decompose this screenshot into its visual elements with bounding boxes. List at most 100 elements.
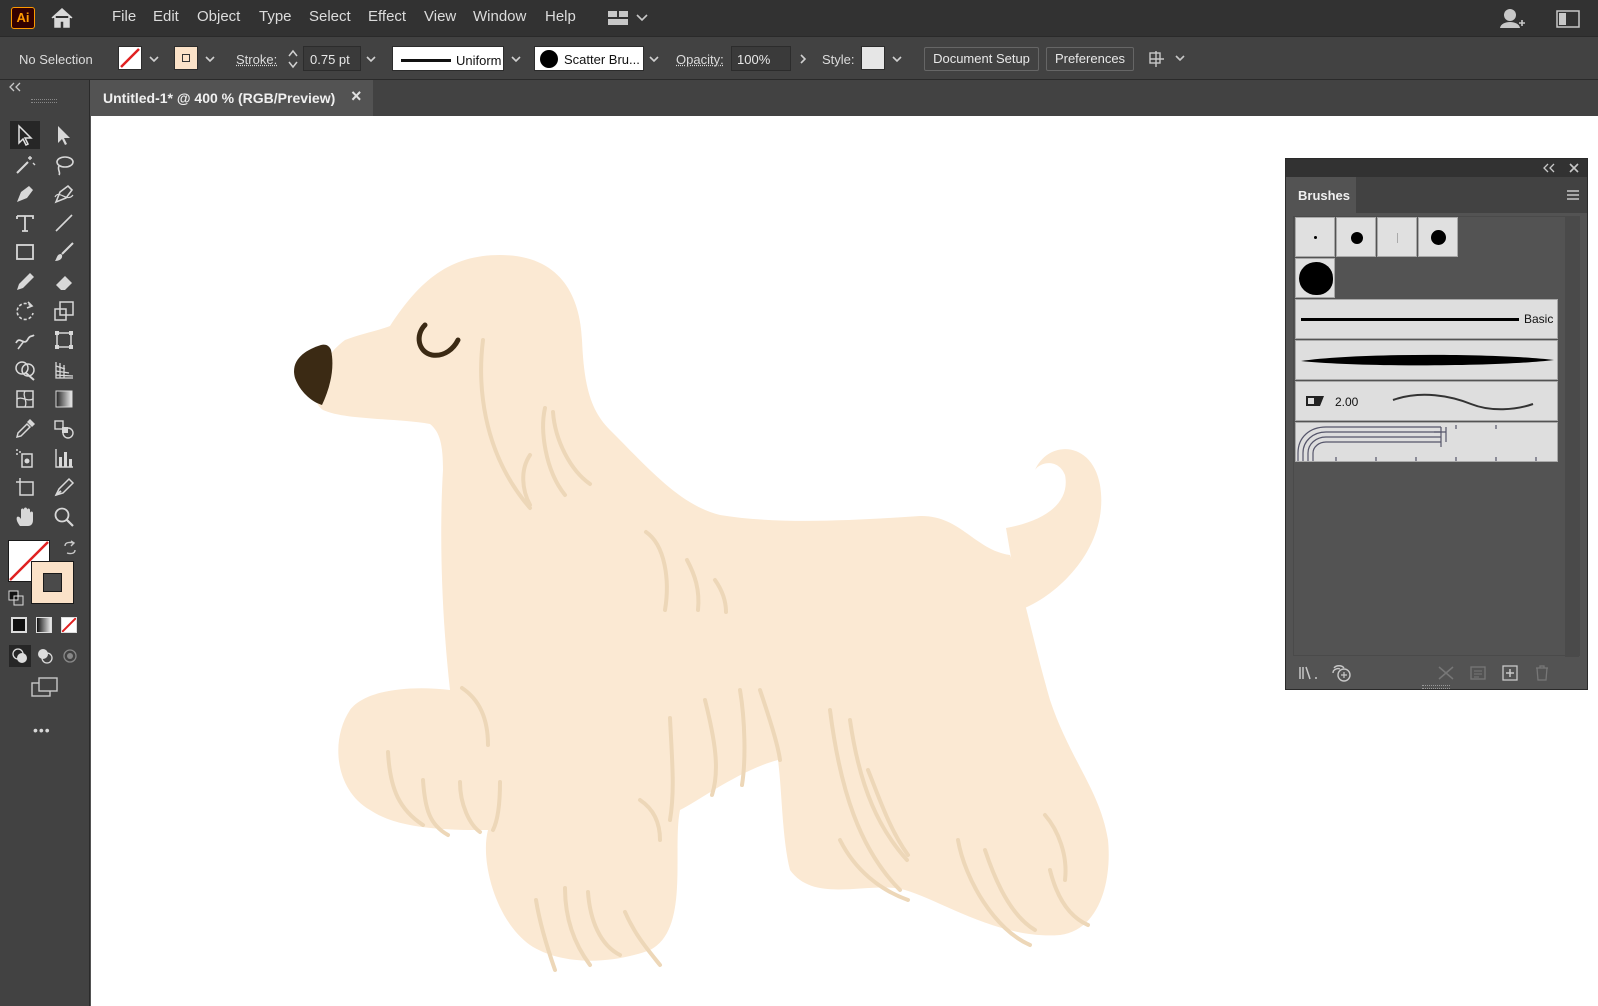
menu-select[interactable]: Select	[309, 8, 351, 25]
menu-type[interactable]: Type	[259, 8, 292, 25]
dog-body[interactable]	[315, 255, 1109, 961]
pen-tool[interactable]	[10, 180, 40, 208]
delete-brush-icon[interactable]	[1533, 664, 1551, 682]
libraries-panel-icon[interactable]	[1330, 664, 1354, 682]
brush-scatter-blob[interactable]	[1295, 258, 1335, 298]
stroke-label[interactable]: Stroke:	[236, 52, 277, 67]
line-segment-tool[interactable]	[49, 209, 79, 237]
magic-wand-tool[interactable]	[10, 151, 40, 179]
slice-tool[interactable]	[49, 473, 79, 501]
menu-view[interactable]: View	[424, 8, 456, 25]
column-graph-tool[interactable]	[49, 444, 79, 472]
collapse-toolbar-icon[interactable]	[8, 82, 22, 92]
default-fill-stroke-icon[interactable]	[8, 590, 24, 606]
panel-menu-icon[interactable]	[1566, 189, 1580, 201]
menu-help[interactable]: Help	[545, 8, 576, 25]
home-icon[interactable]	[50, 7, 74, 32]
perspective-grid-tool[interactable]	[49, 356, 79, 384]
gradient-mode-button[interactable]	[36, 617, 52, 633]
mesh-tool[interactable]	[10, 385, 40, 413]
opacity-label[interactable]: Opacity:	[676, 52, 724, 67]
rotate-tool[interactable]	[10, 297, 40, 325]
curvature-tool[interactable]	[49, 180, 79, 208]
panel-layout-icon[interactable]	[1556, 10, 1580, 31]
lasso-tool[interactable]	[49, 151, 79, 179]
hand-tool[interactable]	[10, 503, 40, 531]
blend-tool[interactable]	[49, 415, 79, 443]
brush-options-icon[interactable]	[1469, 665, 1487, 681]
remove-brush-stroke-icon[interactable]	[1437, 665, 1455, 681]
brush-definition[interactable]: Scatter Bru...	[534, 46, 644, 71]
dog-tail[interactable]	[1006, 449, 1102, 610]
brush-pattern-border[interactable]	[1295, 422, 1558, 462]
brush-round-1pt[interactable]	[1295, 217, 1335, 257]
stroke-stepper-icon[interactable]	[287, 47, 299, 71]
panel-resize-grip[interactable]	[1422, 685, 1450, 689]
brush-charcoal[interactable]	[1295, 340, 1558, 380]
brush-libraries-menu-icon[interactable]	[1298, 665, 1320, 681]
eraser-tool[interactable]	[49, 268, 79, 296]
menu-effect[interactable]: Effect	[368, 8, 406, 25]
collapse-panel-icon[interactable]	[1543, 163, 1555, 173]
opacity-input[interactable]: 100%	[731, 46, 791, 71]
brushes-tab[interactable]: Brushes	[1286, 177, 1356, 213]
stroke-weight-dropdown-icon[interactable]	[364, 52, 378, 66]
direct-selection-tool[interactable]	[49, 121, 79, 149]
none-mode-button[interactable]	[61, 617, 77, 633]
document-setup-button[interactable]: Document Setup	[924, 47, 1039, 71]
stroke-weight-input[interactable]: 0.75 pt	[303, 46, 361, 71]
menu-file[interactable]: File	[112, 8, 136, 25]
color-mode-button[interactable]	[11, 617, 27, 633]
variable-width-profile[interactable]: Uniform	[392, 46, 504, 71]
brush-hairline[interactable]	[1377, 217, 1417, 257]
fill-swatch[interactable]	[118, 46, 142, 70]
warp-tool[interactable]	[10, 326, 40, 354]
draw-inside-button[interactable]	[59, 645, 81, 667]
document-tab[interactable]: Untitled-1* @ 400 % (RGB/Preview) ×	[90, 80, 373, 116]
stroke-color-indicator[interactable]	[31, 561, 74, 604]
profile-dropdown-icon[interactable]	[509, 52, 523, 66]
menu-object[interactable]: Object	[197, 8, 240, 25]
new-brush-icon[interactable]	[1501, 665, 1519, 681]
menu-window[interactable]: Window	[473, 8, 526, 25]
type-tool[interactable]	[10, 209, 40, 237]
swap-fill-stroke-icon[interactable]	[62, 540, 78, 556]
draw-behind-button[interactable]	[34, 645, 56, 667]
paintbrush-tool[interactable]	[49, 238, 79, 266]
brush-dropdown-icon[interactable]	[647, 52, 661, 66]
close-panel-icon[interactable]	[1568, 162, 1580, 174]
gradient-tool[interactable]	[49, 385, 79, 413]
shaper-tool[interactable]	[10, 268, 40, 296]
stroke-swatch[interactable]	[174, 46, 198, 70]
zoom-tool[interactable]	[49, 503, 79, 531]
close-document-icon[interactable]: ×	[351, 86, 362, 107]
shape-builder-tool[interactable]	[10, 356, 40, 384]
workspace-switcher-icon[interactable]	[607, 9, 651, 30]
brush-round-5pt[interactable]	[1418, 217, 1458, 257]
artboard-tool[interactable]	[10, 473, 40, 501]
eyedropper-tool[interactable]	[10, 415, 40, 443]
scale-tool[interactable]	[49, 297, 79, 325]
symbol-sprayer-tool[interactable]	[10, 444, 40, 472]
stroke-color-dropdown-icon[interactable]	[203, 52, 217, 66]
panel-header[interactable]	[1286, 159, 1587, 177]
brush-list-scrollbar[interactable]	[1565, 217, 1579, 657]
free-transform-tool[interactable]	[49, 326, 79, 354]
edit-toolbar-button[interactable]: •••	[33, 722, 51, 738]
style-dropdown-icon[interactable]	[890, 52, 904, 66]
opacity-expand-icon[interactable]	[796, 52, 810, 66]
change-screen-mode-icon[interactable]	[30, 676, 60, 701]
selection-tool[interactable]	[10, 121, 40, 149]
graphic-style-swatch[interactable]	[861, 46, 885, 70]
preferences-button[interactable]: Preferences	[1046, 47, 1134, 71]
brush-basic[interactable]: Basic	[1295, 299, 1558, 339]
menu-edit[interactable]: Edit	[153, 8, 179, 25]
brush-calligraphic[interactable]: 2.00	[1295, 381, 1558, 421]
toolbar-grip[interactable]	[31, 99, 57, 103]
draw-normal-button[interactable]	[9, 645, 31, 667]
brush-round-3pt[interactable]	[1336, 217, 1376, 257]
arrange-documents-icon[interactable]	[1148, 49, 1188, 72]
rectangle-tool[interactable]	[10, 238, 40, 266]
user-account-icon[interactable]	[1499, 6, 1525, 33]
fill-dropdown-icon[interactable]	[147, 52, 161, 66]
